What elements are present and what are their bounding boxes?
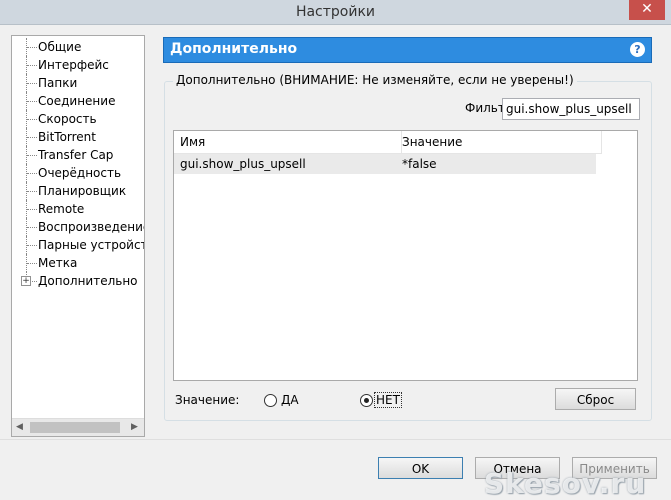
sidebar-item-queueing[interactable]: Очерёдность [12, 164, 144, 182]
yes-radio[interactable] [264, 394, 277, 407]
sidebar-item-scheduler[interactable]: Планировщик [12, 182, 144, 200]
filter-input[interactable]: gui.show_plus_upsell [502, 98, 640, 120]
help-icon[interactable]: ? [630, 42, 645, 57]
group-title: Дополнительно (ВНИМАНИЕ: Не изменяйте, е… [173, 73, 577, 87]
section-title: Дополнительно [170, 41, 298, 57]
no-radio-label[interactable]: НЕТ [374, 392, 402, 408]
scrollbar-thumb[interactable] [30, 422, 120, 433]
yes-radio-label[interactable]: ДА [281, 393, 299, 407]
sidebar-item-connection[interactable]: Соединение [12, 92, 144, 110]
sidebar-item-interface[interactable]: Интерфейс [12, 56, 144, 74]
expand-icon[interactable]: + [21, 276, 31, 286]
cancel-button[interactable]: Отмена [475, 457, 560, 479]
sidebar-item-transfer-cap[interactable]: Transfer Cap [12, 146, 144, 164]
sidebar-item-speed[interactable]: Скорость [12, 110, 144, 128]
sidebar-item-advanced[interactable]: + Дополнительно [12, 272, 144, 290]
sidebar-item-label[interactable]: Метка [12, 254, 144, 272]
scroll-right-icon[interactable]: ▶ [131, 422, 138, 432]
settings-table[interactable]: Имя Значение gui.show_plus_upsell *false [173, 130, 638, 381]
apply-button[interactable]: Применить [572, 457, 657, 479]
dialog-footer [0, 439, 671, 499]
sidebar-item-general[interactable]: Общие [12, 38, 144, 56]
column-header-value[interactable]: Значение [396, 131, 602, 154]
row-name: gui.show_plus_upsell [180, 157, 306, 171]
sidebar-item-folders[interactable]: Папки [12, 74, 144, 92]
horizontal-scrollbar[interactable]: ◀ ▶ [12, 418, 144, 436]
reset-button[interactable]: Сброс [555, 388, 636, 410]
scroll-left-icon[interactable]: ◀ [16, 422, 23, 432]
value-label: Значение: [175, 393, 240, 407]
title-bar: Настройки ✕ [0, 0, 671, 25]
sidebar-item-paired-devices[interactable]: Парные устройства [12, 236, 144, 254]
sidebar-item-playback[interactable]: Воспроизведение [12, 218, 144, 236]
column-header-name[interactable]: Имя [174, 131, 402, 154]
filter-label: Фильт [465, 101, 505, 115]
close-button[interactable]: ✕ [629, 0, 665, 20]
dialog-body: Общие Интерфейс Папки Соединение Скорост… [0, 25, 671, 500]
table-row[interactable]: gui.show_plus_upsell *false [174, 154, 596, 174]
no-radio[interactable] [360, 394, 373, 407]
row-value: *false [402, 157, 437, 171]
window-title: Настройки [295, 4, 376, 20]
ok-button[interactable]: OK [378, 457, 463, 479]
sidebar-item-bittorrent[interactable]: BitTorrent [12, 128, 144, 146]
section-header: Дополнительно ? [163, 37, 652, 63]
settings-tree[interactable]: Общие Интерфейс Папки Соединение Скорост… [11, 35, 145, 437]
sidebar-item-remote[interactable]: Remote [12, 200, 144, 218]
